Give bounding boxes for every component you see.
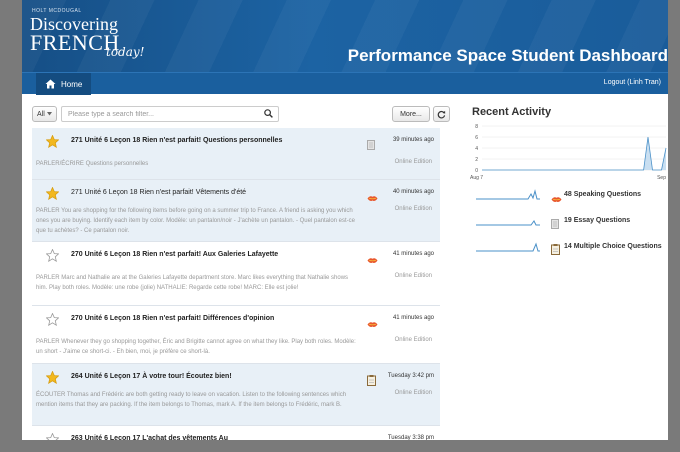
essay-doc-icon [551,219,559,229]
search-input[interactable] [61,106,279,122]
navbar: Home Logout (Linh Tran) [22,72,668,95]
speaking-lips-icon [367,322,378,327]
favorite-star-icon[interactable] [46,249,59,262]
activity-description: PARLER/ÉCRIRE Questions personnelles [36,161,149,167]
logo-today: today! [106,45,145,59]
edition-label: Online Edition [394,337,432,343]
sparkline [476,242,540,252]
activity-row[interactable]: 270 Unité 6 Leçon 18 Rien n'est parfait!… [32,306,440,364]
activity-row[interactable]: 271 Unité 6 Leçon 18 Rien n'est parfait!… [32,128,440,180]
logout-link[interactable]: Logout (Linh Tran) [604,79,661,86]
activity-title[interactable]: 271 Unité 6 Leçon 18 Rien n'est parfait!… [71,136,321,146]
activity-row[interactable]: 264 Unité 6 Leçon 17 À votre tour! Écout… [32,364,440,426]
activity-time: 40 minutes ago [392,189,434,195]
filter-select-value: All [37,110,45,118]
legend-label: 14 Multiple Choice Questions [564,243,662,250]
caret-down-icon [46,112,52,116]
edition-label: Online Edition [394,390,432,396]
y-tick-label: 4 [475,146,478,152]
activity-time: 41 minutes ago [392,315,434,321]
activity-time: Tuesday 3:42 pm [387,373,434,379]
home-label: Home [61,79,83,89]
app-frame: HOLT MCDOUGAL Discovering FRENCH today! … [22,0,668,440]
speaking-lips-icon [367,258,378,263]
activity-time: 41 minutes ago [392,251,434,257]
page-title: Performance Space Student Dashboard [347,46,668,65]
chart-series-line [482,136,667,171]
refresh-button[interactable] [433,106,450,122]
favorite-star-icon[interactable] [46,187,59,200]
x-tick-label: Aug 7 [470,175,483,181]
header-banner: HOLT MCDOUGAL Discovering FRENCH today! … [22,0,668,72]
activity-description: ÉCOUTER Thomas and Frédéric are both get… [36,392,347,408]
multiple-choice-icon [551,244,560,255]
legend-row: 19 Essay Questions [472,212,668,238]
edition-label: Online Edition [394,206,432,212]
activity-description: PARLER You are shopping for the followin… [36,208,356,234]
activity-time: 39 minutes ago [392,137,434,143]
activity-row[interactable]: 270 Unité 6 Leçon 18 Rien n'est parfait!… [32,242,440,306]
list-toolbar: All More... [32,106,450,122]
question-type-icon [367,137,375,155]
chart-area [482,137,666,170]
favorite-star-icon[interactable] [46,313,59,326]
more-button[interactable]: More... [392,106,430,122]
edition-label: Online Edition [394,159,432,165]
filter-select[interactable]: All [32,106,57,122]
recent-activity-title: Recent Activity [472,106,552,118]
question-type-icon [367,315,378,333]
sparkline [476,220,540,226]
favorite-star-icon[interactable] [46,433,59,440]
speaking-lips-icon [551,197,562,202]
activity-title[interactable]: 271 Unité 6 Leçon 18 Rien n'est parfait!… [71,188,321,198]
activity-chart: 0 2 4 6 8 Aug 7 Sep [470,124,667,181]
y-tick-label: 6 [475,135,478,141]
legend-label: 19 Essay Questions [564,217,631,224]
home-icon [45,79,56,89]
question-type-icon [367,373,376,391]
activity-title[interactable]: 264 Unité 6 Leçon 17 À votre tour! Écout… [71,372,321,382]
multiple-choice-icon [367,375,376,386]
x-tick-label: Sep [657,175,666,181]
activity-row[interactable]: 263 Unité 6 Leçon 17 L'achat des vêtemen… [32,426,440,440]
activity-title[interactable]: 270 Unité 6 Leçon 18 Rien n'est parfait!… [71,250,321,260]
sparkline [476,189,540,200]
question-type-icon [367,251,378,269]
edition-label: Online Edition [394,273,432,279]
question-type-icon [367,189,378,207]
activity-time: Tuesday 3:38 pm [387,435,434,440]
legend-icon [551,242,560,260]
activity-legend: 48 Speaking Questions 19 Essay Questions 1… [472,186,668,264]
y-tick-label: 0 [475,168,478,174]
activity-row[interactable]: 271 Unité 6 Leçon 18 Rien n'est parfait!… [32,180,440,242]
y-tick-label: 2 [475,157,478,163]
speaking-lips-icon [367,196,378,201]
activity-title[interactable]: 263 Unité 6 Leçon 17 L'achat des vêtemen… [71,434,321,440]
home-button[interactable]: Home [36,73,92,95]
legend-row: 14 Multiple Choice Questions [472,238,668,264]
search-icon[interactable] [264,109,273,118]
favorite-star-icon[interactable] [46,135,59,148]
favorite-star-icon[interactable] [46,371,59,384]
activity-description: PARLER Whenever they go shopping togethe… [36,339,356,355]
y-tick-label: 8 [475,124,478,130]
question-type-icon [367,435,378,440]
activity-list: 271 Unité 6 Leçon 18 Rien n'est parfait!… [32,128,440,440]
legend-row: 48 Speaking Questions [472,186,668,212]
activity-description: PARLER Marc and Nathalie are at the Gale… [36,275,349,291]
essay-doc-icon [367,140,375,150]
activity-title[interactable]: 270 Unité 6 Leçon 18 Rien n'est parfait!… [71,314,321,324]
legend-label: 48 Speaking Questions [564,191,642,198]
refresh-icon [437,110,446,118]
legend-icon [551,216,559,234]
legend-icon [551,190,562,208]
